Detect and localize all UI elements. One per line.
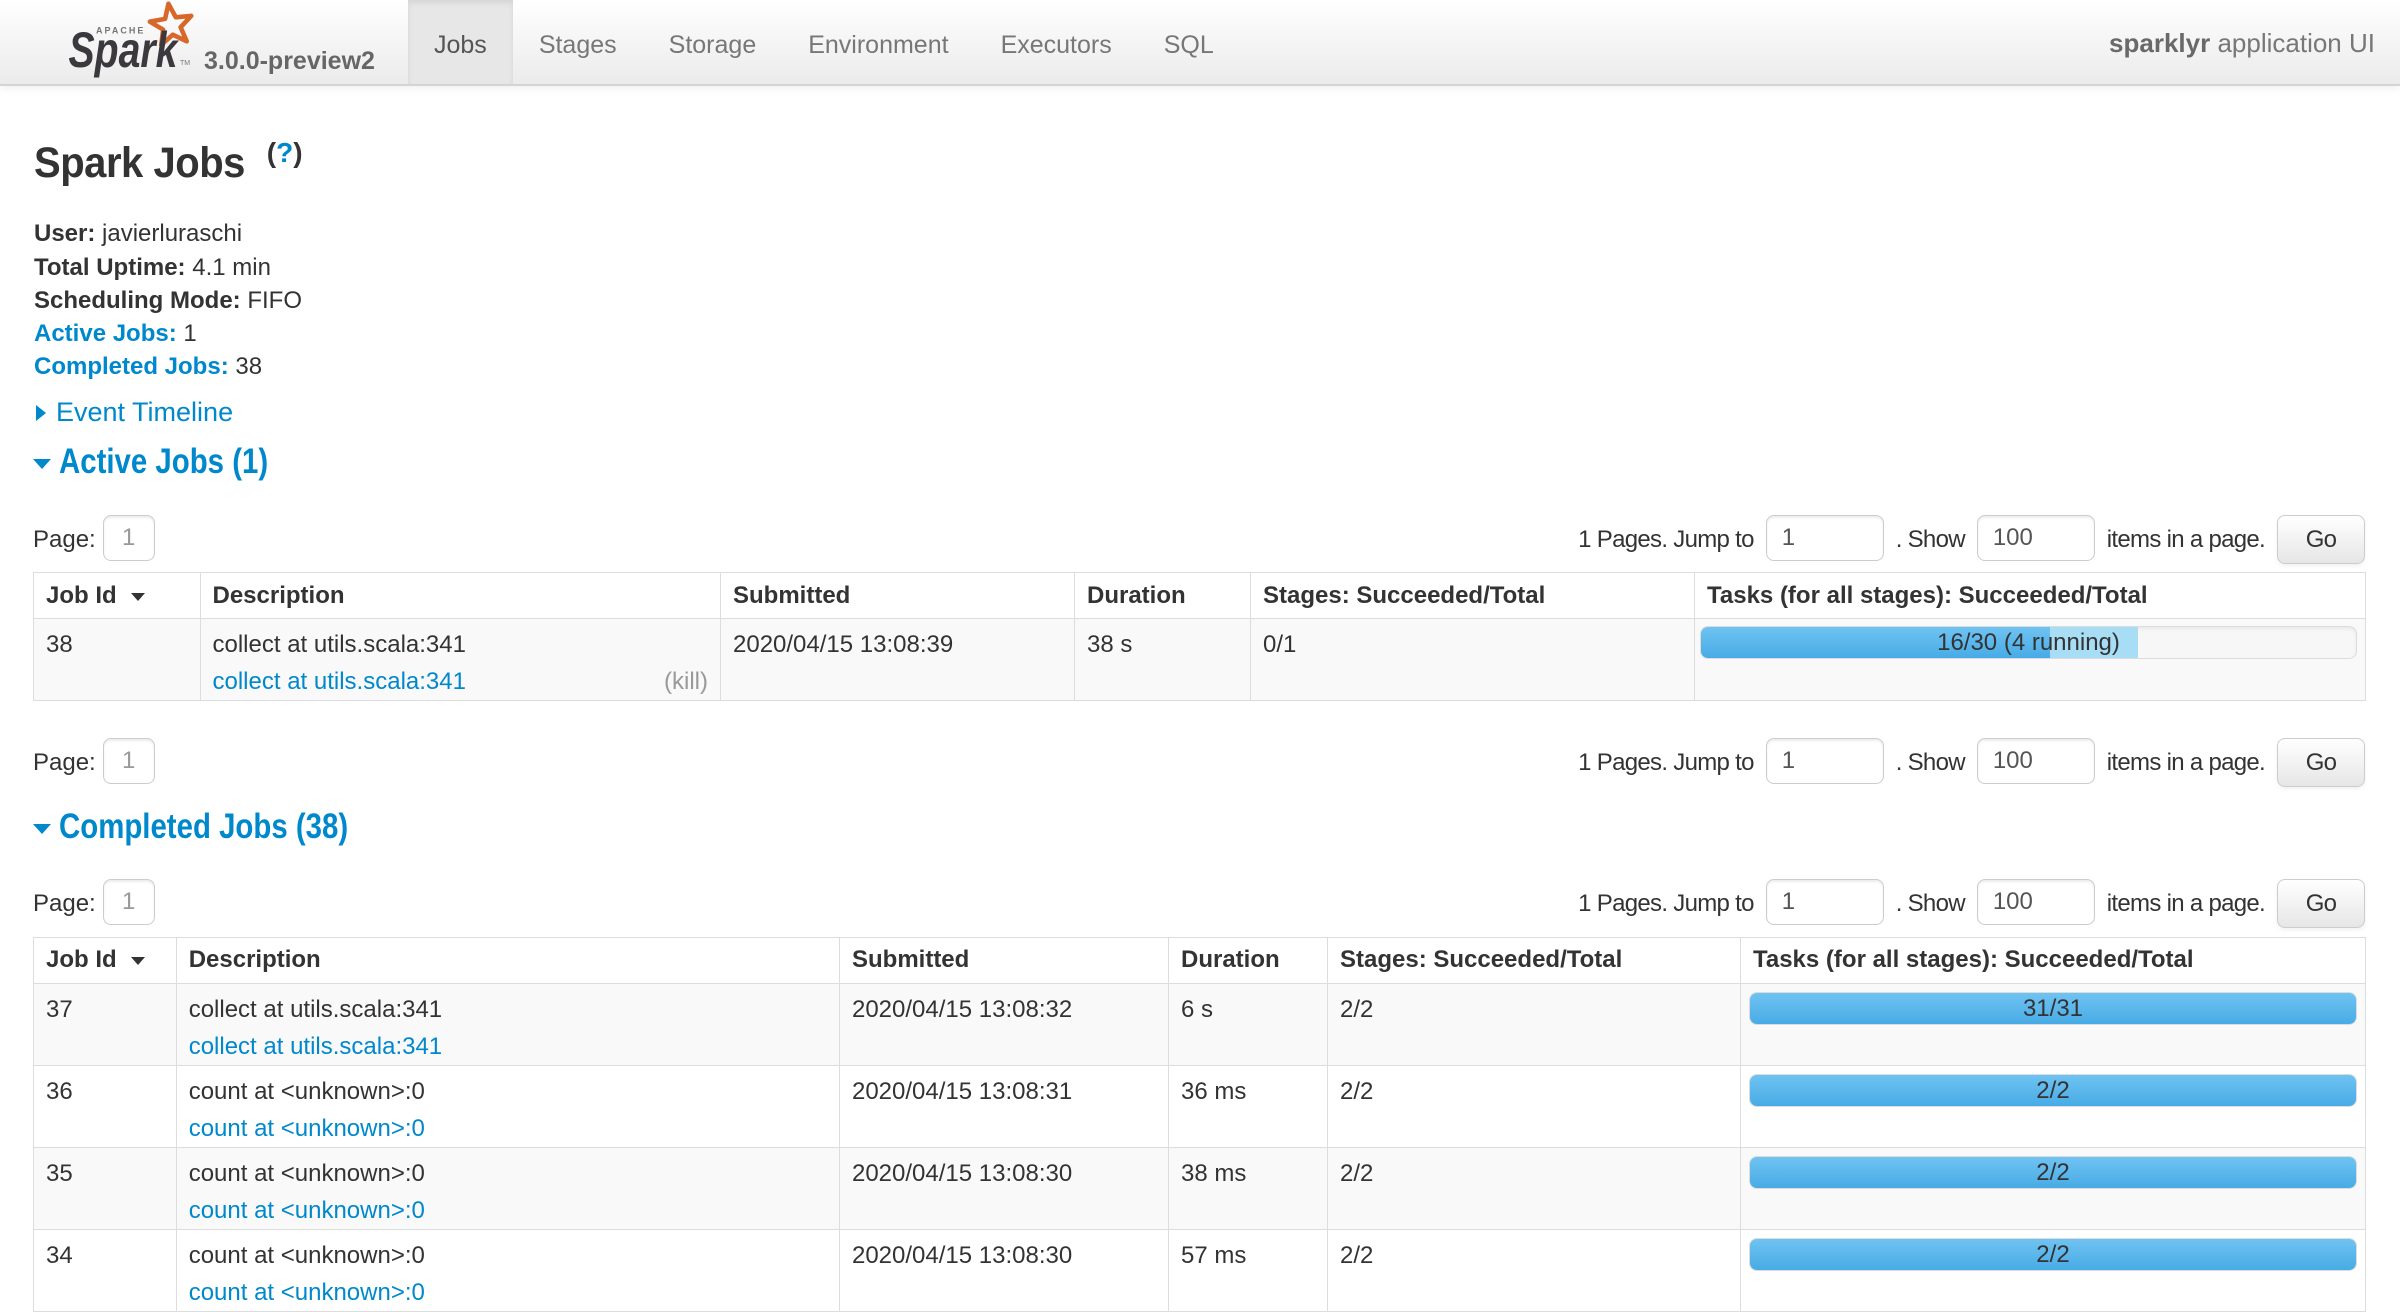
- svg-text:TM: TM: [180, 60, 190, 67]
- svg-text:Spark: Spark: [69, 22, 180, 78]
